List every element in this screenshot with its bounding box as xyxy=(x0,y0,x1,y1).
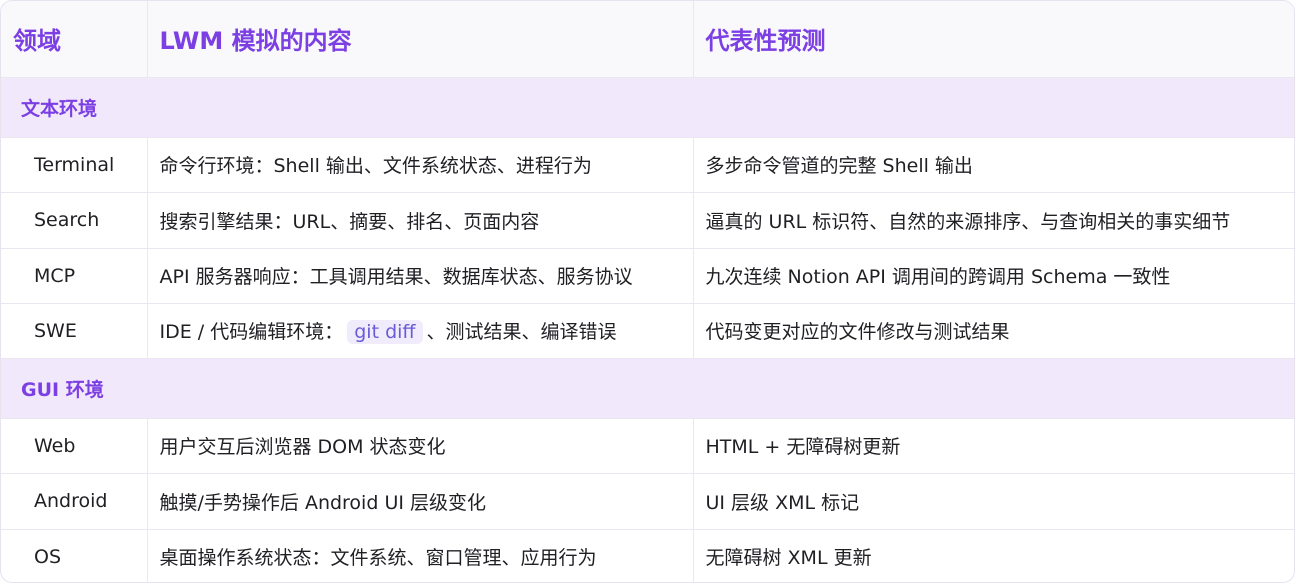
simulates-cell: 桌面操作系统状态：文件系统、窗口管理、应用行为 xyxy=(146,529,693,582)
table-row: Search 搜索引擎结果：URL、摘要、排名、页面内容 逼真的 URL 标识符… xyxy=(1,192,1294,249)
table-row: SWE IDE / 代码编辑环境： git diff 、测试结果、编译错误 代码变更… xyxy=(1,303,1294,359)
group-row-text: 文本环境 xyxy=(1,77,1294,138)
table-row: MCP API 服务器响应：工具调用结果、数据库状态、服务协议 九次连续 Not… xyxy=(1,248,1294,304)
table-row: Terminal 命令行环境：Shell 输出、文件系统状态、进程行为 多步命令… xyxy=(1,137,1294,193)
table-row: Web 用户交互后浏览器 DOM 状态变化 HTML + 无障碍树更新 xyxy=(1,418,1294,474)
domain-cell: Web xyxy=(1,418,147,474)
simulates-cell: IDE / 代码编辑环境： git diff 、测试结果、编译错误 xyxy=(146,303,693,359)
group-row-gui: GUI 环境 xyxy=(1,358,1294,419)
table-row: OS 桌面操作系统状态：文件系统、窗口管理、应用行为 无障碍树 XML 更新 xyxy=(1,529,1294,582)
domain-cell: Search xyxy=(1,192,147,249)
prediction-cell: 逼真的 URL 标识符、自然的来源排序、与查询相关的事实细节 xyxy=(692,192,1294,249)
header-row: 领域 LWM 模拟的内容 代表性预测 xyxy=(1,1,1294,78)
group-label: 文本环境 xyxy=(1,77,1294,138)
domain-cell: Terminal xyxy=(1,137,147,193)
domain-cell: OS xyxy=(34,545,62,568)
simulates-cell: 用户交互后浏览器 DOM 状态变化 xyxy=(146,418,693,474)
prediction-cell: HTML + 无障碍树更新 xyxy=(692,418,1294,474)
simulates-suffix: 、测试结果、编译错误 xyxy=(426,321,617,343)
header-prediction: 代表性预测 xyxy=(692,1,1294,78)
simulates-cell: 命令行环境：Shell 输出、文件系统状态、进程行为 xyxy=(146,137,693,193)
header-simulates: LWM 模拟的内容 xyxy=(146,1,693,78)
comparison-table: 领域 LWM 模拟的内容 代表性预测 文本环境 Terminal 命令行环境：S… xyxy=(0,0,1295,583)
simulates-cell: API 服务器响应：工具调用结果、数据库状态、服务协议 xyxy=(146,248,693,304)
simulates-cell: 搜索引擎结果：URL、摘要、排名、页面内容 xyxy=(146,192,693,249)
table-row: Android 触摸/手势操作后 Android UI 层级变化 UI 层级 X… xyxy=(1,473,1294,530)
table: 领域 LWM 模拟的内容 代表性预测 文本环境 Terminal 命令行环境：S… xyxy=(1,1,1294,582)
simulates-cell: 触摸/手势操作后 Android UI 层级变化 xyxy=(146,473,693,530)
domain-cell: MCP xyxy=(1,248,147,304)
prediction-cell: 代码变更对应的文件修改与测试结果 xyxy=(692,303,1294,359)
inline-code: git diff xyxy=(347,320,423,344)
prediction-cell: 九次连续 Notion API 调用间的跨调用 Schema 一致性 xyxy=(692,248,1294,304)
prediction-cell: UI 层级 XML 标记 xyxy=(692,473,1294,530)
simulates-prefix: IDE / 代码编辑环境： xyxy=(159,321,344,343)
domain-cell: SWE xyxy=(1,303,147,359)
group-label: GUI 环境 xyxy=(1,358,1294,419)
prediction-cell: 无障碍树 XML 更新 xyxy=(692,529,1294,582)
domain-cell: Android xyxy=(1,473,147,530)
header-domain: 领域 xyxy=(1,1,147,78)
prediction-cell: 多步命令管道的完整 Shell 输出 xyxy=(692,137,1294,193)
